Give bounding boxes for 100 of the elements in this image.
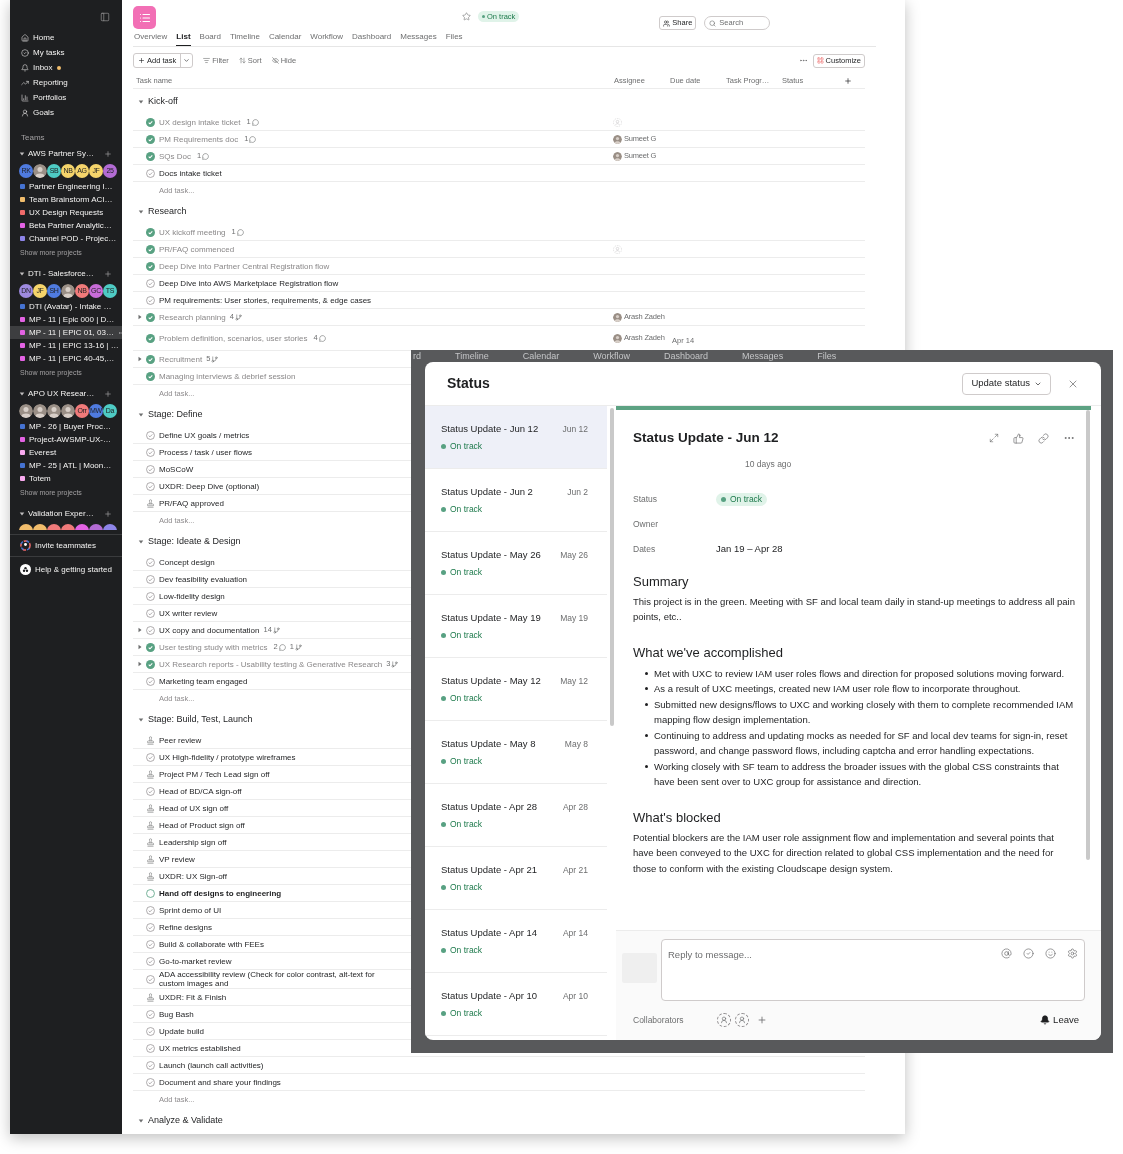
task-name[interactable]: Go-to-market review: [159, 956, 232, 966]
stamp-icon[interactable]: [146, 769, 155, 779]
task-name[interactable]: UX design intake ticket: [159, 117, 241, 127]
task-name[interactable]: Deep Dive into Partner Central Registration flow: [159, 261, 330, 271]
task-name[interactable]: UX kickoff meeting: [159, 227, 226, 237]
section-title[interactable]: Stage: Define: [148, 407, 203, 422]
invite-icon[interactable]: [20, 540, 31, 551]
nav-item[interactable]: Goals: [10, 105, 122, 120]
caret-icon[interactable]: [138, 538, 144, 545]
section-title[interactable]: Stage: Build, Test, Launch: [148, 712, 253, 727]
project-item[interactable]: Totem: [10, 472, 122, 485]
project-item[interactable]: UX Design Requests: [10, 206, 122, 219]
check-icon[interactable]: [146, 1060, 155, 1070]
task-name[interactable]: PR/FAQ commenced: [159, 244, 235, 254]
project-item[interactable]: MP - 26 | Buyer Proc…: [10, 420, 122, 433]
check-icon[interactable]: [146, 464, 155, 474]
project-item[interactable]: Team Brainstorm ACI…: [10, 193, 122, 206]
tab[interactable]: Timeline: [229, 31, 260, 46]
caret-icon[interactable]: [137, 661, 143, 667]
nav-item[interactable]: Home: [10, 30, 122, 45]
tab[interactable]: Board: [199, 31, 221, 46]
emoji-icon[interactable]: [1045, 948, 1056, 959]
project-item[interactable]: MP - 25 | ATL | Moon…: [10, 459, 122, 472]
check-icon[interactable]: [146, 642, 155, 652]
gear-icon[interactable]: [1067, 948, 1078, 959]
stamp-icon[interactable]: [146, 871, 155, 881]
caret-icon[interactable]: [19, 511, 25, 517]
caret-icon[interactable]: [138, 98, 144, 105]
task-name[interactable]: Sprint demo of UI: [159, 905, 222, 915]
invite-link[interactable]: Invite teammates: [35, 539, 96, 552]
star-icon[interactable]: [462, 12, 471, 21]
nav-item[interactable]: Reporting: [10, 75, 122, 90]
stamp-icon[interactable]: [146, 803, 155, 813]
section-title[interactable]: Research: [148, 204, 187, 219]
task-name[interactable]: Bug Bash: [159, 1009, 194, 1019]
check-icon[interactable]: [146, 371, 155, 381]
caret-icon[interactable]: [137, 644, 143, 650]
project-item[interactable]: MP - 11 | EPIC 01, 03…: [10, 326, 122, 339]
task-name[interactable]: Define UX goals / metrics: [159, 430, 250, 440]
check-icon[interactable]: [146, 117, 155, 127]
caret-icon[interactable]: [19, 391, 25, 397]
task-name[interactable]: UXDR: Deep Dive (optional): [159, 481, 260, 491]
check-icon[interactable]: [146, 574, 155, 584]
project-item[interactable]: MP - 11 | EPIC 40-45,…: [10, 352, 122, 365]
check-icon[interactable]: [146, 261, 155, 271]
caret-icon[interactable]: [137, 627, 143, 633]
stamp-icon[interactable]: [146, 735, 155, 745]
team-name[interactable]: AWS Partner Sy…: [28, 148, 101, 160]
check-icon[interactable]: [146, 1043, 155, 1053]
caret-icon[interactable]: [137, 314, 143, 320]
task-name[interactable]: Build & collaborate with FEEs: [159, 939, 264, 949]
team-name[interactable]: APO UX Resear…: [28, 388, 101, 400]
task-name[interactable]: PM requirements: User stories, requirements, & edge cases: [159, 295, 372, 305]
status-update-item[interactable]: Status Update - Jun 12 Jun 12 On track: [425, 406, 607, 469]
section-title[interactable]: Analyze & Validate: [148, 1113, 223, 1128]
task-name[interactable]: Document and share your findings: [159, 1077, 281, 1087]
task-name[interactable]: Managing interviews & debrief session: [159, 371, 296, 381]
task-name[interactable]: Deep Dive into AWS Marketplace Registration flow: [159, 278, 339, 288]
task-name[interactable]: UX High-fidelity / prototype wireframes: [159, 752, 296, 762]
task-name[interactable]: PR/FAQ approved: [159, 498, 224, 508]
task-name[interactable]: Head of UX sign off: [159, 803, 229, 813]
task-name[interactable]: Low-fidelity design: [159, 591, 225, 601]
project-item[interactable]: DTI (Avatar) - Intake …: [10, 300, 122, 313]
project-item[interactable]: MP - 11 | Epic 000 | D…: [10, 313, 122, 326]
nav-item[interactable]: My tasks: [10, 45, 122, 60]
check-icon[interactable]: [146, 956, 155, 966]
stamp-icon[interactable]: [146, 498, 155, 508]
task-name[interactable]: UX Research reports - Usability testing & Generative Research: [159, 659, 383, 669]
stamp-icon[interactable]: [146, 820, 155, 830]
stamp-icon[interactable]: [146, 992, 155, 1002]
check-icon[interactable]: [146, 939, 155, 949]
team-name[interactable]: Validation Exper…: [28, 508, 101, 520]
caret-icon[interactable]: [138, 411, 144, 418]
status-pill[interactable]: On track: [716, 492, 768, 506]
tab[interactable]: Overview: [134, 31, 168, 46]
task-name[interactable]: User testing study with metrics: [159, 642, 268, 652]
check-icon[interactable]: [146, 295, 155, 305]
task-name[interactable]: ADA accessibility review (Check for color contrast, alt-text for custom images and: [159, 970, 399, 988]
check-circle-icon[interactable]: [1023, 948, 1034, 959]
check-icon[interactable]: [146, 333, 155, 343]
thumbs-up-icon[interactable]: [1013, 432, 1024, 444]
caret-icon[interactable]: [138, 1117, 144, 1124]
task-name[interactable]: Head of Product sign off: [159, 820, 245, 830]
task-name[interactable]: Dev feasibility evaluation: [159, 574, 248, 584]
caret-icon[interactable]: [19, 151, 25, 157]
reply-input[interactable]: Reply to message...: [668, 948, 1001, 963]
task-name[interactable]: Marketing team engaged: [159, 676, 248, 686]
tab[interactable]: List: [176, 31, 191, 46]
caret-icon[interactable]: [19, 271, 25, 277]
check-icon[interactable]: [146, 786, 155, 796]
section-title[interactable]: Kick-off: [148, 94, 178, 109]
check-icon[interactable]: [146, 974, 155, 984]
sidebar-toggle-icon[interactable]: [100, 12, 110, 22]
reply-field[interactable]: Reply to message...: [661, 939, 1085, 1001]
task-name[interactable]: SQs Doc: [159, 151, 191, 161]
caret-icon[interactable]: [138, 208, 144, 215]
section-title[interactable]: Stage: Ideate & Design: [148, 534, 241, 549]
check-icon[interactable]: [146, 168, 155, 178]
task-name[interactable]: Head of BD/CA sign-off: [159, 786, 242, 796]
check-icon[interactable]: [146, 1026, 155, 1036]
